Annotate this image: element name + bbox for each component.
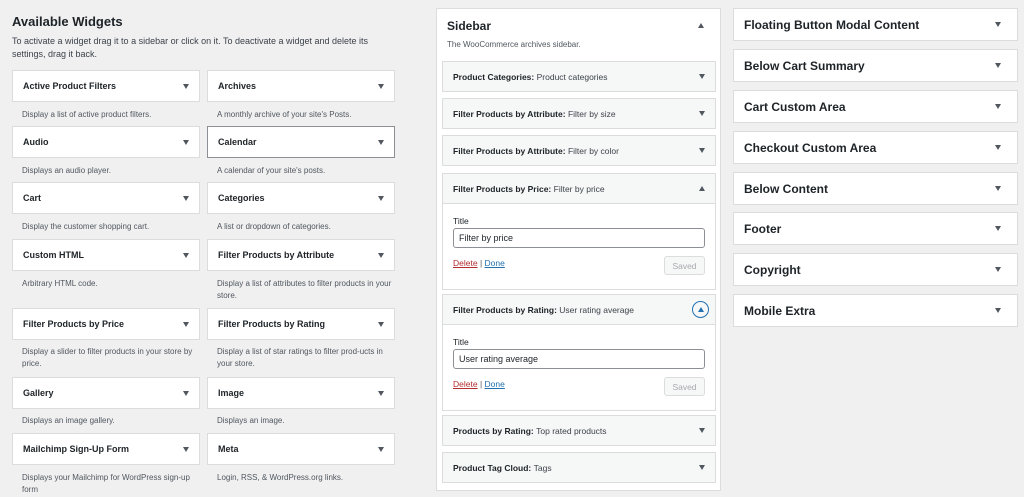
- area-mobile-extra[interactable]: Mobile Extra: [733, 294, 1018, 327]
- title-label: Title: [453, 216, 469, 226]
- chevron-up-icon: [697, 307, 704, 312]
- widget-description: Display the customer shopping cart.: [22, 222, 150, 231]
- chevron-down-icon[interactable]: [378, 139, 384, 145]
- sidebar-widget-filter-by-price[interactable]: Filter Products by Price: Filter by pric…: [442, 173, 716, 204]
- sidebar-widget-top-rated-products[interactable]: Products by Rating: Top rated products: [442, 415, 716, 446]
- chevron-down-icon[interactable]: [995, 267, 1001, 272]
- saved-button[interactable]: Saved: [664, 377, 705, 396]
- chevron-up-icon[interactable]: [698, 23, 704, 28]
- widget-description: Displays an audio player.: [22, 166, 111, 175]
- sidebar-widget-filter-by-size[interactable]: Filter Products by Attribute: Filter by …: [442, 98, 716, 129]
- link-separator: |: [479, 379, 483, 389]
- widget-description: Displays your Mailchimp for WordPress si…: [22, 473, 190, 494]
- chevron-down-icon[interactable]: [378, 390, 384, 396]
- title-input[interactable]: Filter by price: [453, 228, 705, 248]
- done-link[interactable]: Done: [485, 258, 505, 268]
- widget-gallery[interactable]: Gallery: [12, 377, 200, 409]
- sidebar-description: The WooCommerce archives sidebar.: [447, 40, 581, 49]
- area-below-cart-summary[interactable]: Below Cart Summary: [733, 49, 1018, 82]
- widget-custom-html[interactable]: Custom HTML: [12, 239, 200, 271]
- sidebar-widget-product-categories[interactable]: Product Categories: Product categories: [442, 61, 716, 92]
- chevron-down-icon[interactable]: [995, 63, 1001, 68]
- widget-description: Login, RSS, & WordPress.org links.: [217, 473, 344, 482]
- area-floating-button-modal-content[interactable]: Floating Button Modal Content: [733, 8, 1018, 41]
- widget-description: Displays an image.: [217, 416, 285, 425]
- area-footer[interactable]: Footer: [733, 212, 1018, 245]
- title-label: Title: [453, 337, 469, 347]
- delete-link[interactable]: Delete: [453, 379, 478, 389]
- sidebar-widget-filter-by-rating[interactable]: Filter Products by Rating: User rating a…: [442, 294, 716, 325]
- widget-archives[interactable]: Archives: [207, 70, 395, 102]
- collapse-toggle[interactable]: [692, 301, 709, 318]
- area-cart-custom-area[interactable]: Cart Custom Area: [733, 90, 1018, 123]
- widget-active-product-filters[interactable]: Active Product Filters: [12, 70, 200, 102]
- widget-categories[interactable]: Categories: [207, 182, 395, 214]
- chevron-down-icon[interactable]: [699, 148, 705, 153]
- chevron-down-icon[interactable]: [699, 465, 705, 470]
- link-separator: |: [479, 258, 483, 268]
- widget-description: Displays an image gallery.: [22, 416, 115, 425]
- available-widgets-title: Available Widgets: [12, 14, 123, 29]
- widget-settings-form: Title User rating average Delete | Done …: [442, 325, 716, 411]
- chevron-down-icon[interactable]: [183, 446, 189, 452]
- widget-description: Arbitrary HTML code.: [22, 279, 98, 288]
- chevron-up-icon[interactable]: [699, 186, 705, 191]
- widget-cart[interactable]: Cart: [12, 182, 200, 214]
- chevron-down-icon[interactable]: [699, 428, 705, 433]
- chevron-down-icon[interactable]: [995, 22, 1001, 27]
- chevron-down-icon[interactable]: [378, 446, 384, 452]
- widget-description: Display a list of attributes to filter p…: [217, 279, 392, 300]
- widget-filter-products-by-rating[interactable]: Filter Products by Rating: [207, 308, 395, 340]
- widget-description: A list or dropdown of categories.: [217, 222, 331, 231]
- sidebar-widget-tag-cloud[interactable]: Product Tag Cloud: Tags: [442, 452, 716, 483]
- chevron-down-icon[interactable]: [995, 226, 1001, 231]
- chevron-down-icon[interactable]: [378, 195, 384, 201]
- chevron-down-icon[interactable]: [995, 145, 1001, 150]
- chevron-down-icon[interactable]: [183, 83, 189, 89]
- area-checkout-custom-area[interactable]: Checkout Custom Area: [733, 131, 1018, 164]
- chevron-down-icon[interactable]: [183, 139, 189, 145]
- widget-filter-products-by-attribute[interactable]: Filter Products by Attribute: [207, 239, 395, 271]
- widget-calendar[interactable]: Calendar: [207, 126, 395, 158]
- widget-meta[interactable]: Meta: [207, 433, 395, 465]
- widget-image[interactable]: Image: [207, 377, 395, 409]
- chevron-down-icon[interactable]: [378, 252, 384, 258]
- widget-description: Display a list of star ratings to filter…: [217, 347, 383, 368]
- done-link[interactable]: Done: [485, 379, 505, 389]
- widget-description: A calendar of your site's posts.: [217, 166, 326, 175]
- chevron-down-icon[interactable]: [183, 321, 189, 327]
- chevron-down-icon[interactable]: [699, 74, 705, 79]
- widget-description: Display a slider to filter products in y…: [22, 347, 193, 368]
- chevron-down-icon[interactable]: [995, 104, 1001, 109]
- chevron-down-icon[interactable]: [378, 321, 384, 327]
- widget-mailchimp-sign-up-form[interactable]: Mailchimp Sign-Up Form: [12, 433, 200, 465]
- widget-description: Display a list of active product filters…: [22, 110, 152, 119]
- chevron-down-icon[interactable]: [699, 111, 705, 116]
- widget-description: A monthly archive of your site's Posts.: [217, 110, 352, 119]
- widget-filter-products-by-price[interactable]: Filter Products by Price: [12, 308, 200, 340]
- available-widgets-description: To activate a widget drag it to a sideba…: [12, 36, 369, 59]
- chevron-down-icon[interactable]: [183, 390, 189, 396]
- chevron-down-icon[interactable]: [378, 83, 384, 89]
- area-below-content[interactable]: Below Content: [733, 172, 1018, 205]
- delete-link[interactable]: Delete: [453, 258, 478, 268]
- widget-audio[interactable]: Audio: [12, 126, 200, 158]
- sidebar-widget-area: Sidebar The WooCommerce archives sidebar…: [436, 8, 721, 491]
- chevron-down-icon[interactable]: [183, 195, 189, 201]
- widget-settings-form: Title Filter by price Delete | Done Save…: [442, 204, 716, 290]
- area-copyright[interactable]: Copyright: [733, 253, 1018, 286]
- saved-button[interactable]: Saved: [664, 256, 705, 275]
- chevron-down-icon[interactable]: [995, 308, 1001, 313]
- title-input[interactable]: User rating average: [453, 349, 705, 369]
- chevron-down-icon[interactable]: [183, 252, 189, 258]
- chevron-down-icon[interactable]: [995, 186, 1001, 191]
- sidebar-widget-filter-by-color[interactable]: Filter Products by Attribute: Filter by …: [442, 135, 716, 166]
- sidebar-title[interactable]: Sidebar: [447, 19, 491, 33]
